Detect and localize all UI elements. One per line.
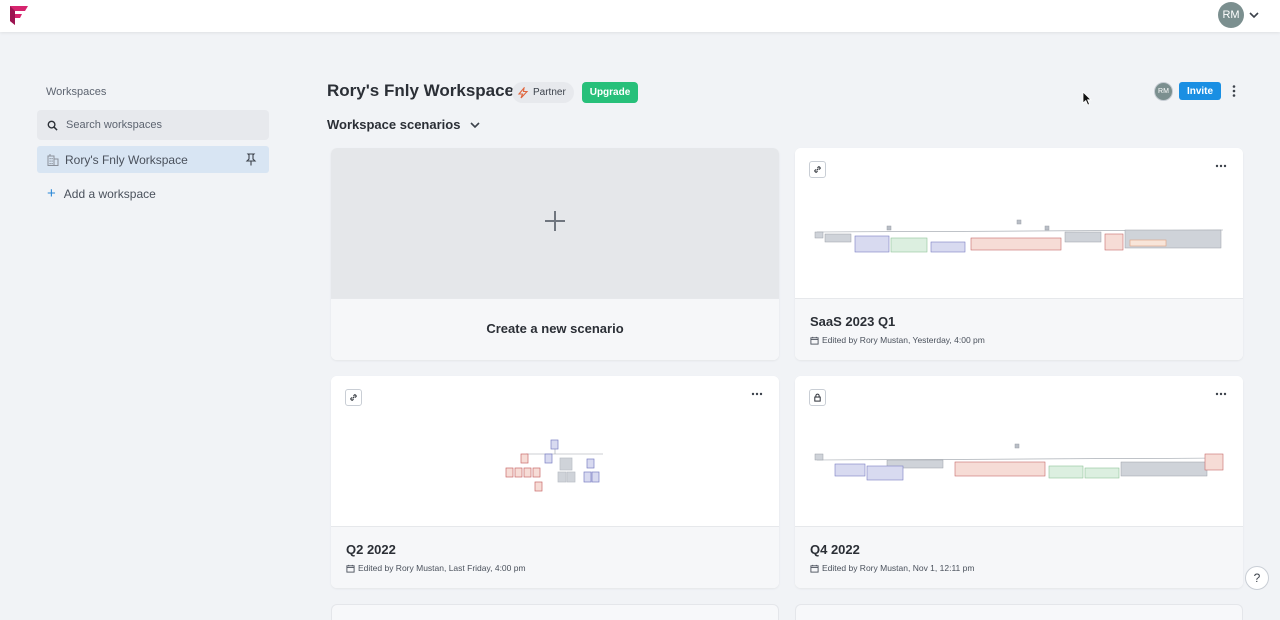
sidebar-title: Workspaces (46, 86, 107, 98)
sidebar-item-label: Rory's Fnly Workspace (65, 152, 188, 167)
private-lock-button[interactable] (809, 389, 826, 406)
plus-icon: + (47, 185, 56, 202)
scenario-card[interactable]: Q2 2022 Edited by Rory Mustan, Last Frid… (331, 376, 779, 588)
chevron-down-icon (470, 121, 481, 128)
scenario-card[interactable]: Q4 2022 Edited by Rory Mustan, Nov 1, 12… (795, 376, 1243, 588)
share-link-button[interactable] (345, 389, 362, 406)
scenario-footer: SaaS 2023 Q1 Edited by Rory Mustan, Yest… (795, 298, 1243, 360)
more-vertical-icon[interactable] (1229, 83, 1239, 99)
scenarios-title-label: Workspace scenarios (327, 117, 461, 132)
scenario-meta-text: Edited by Rory Mustan, Last Friday, 4:00… (358, 563, 526, 573)
link-icon (814, 166, 821, 173)
mouse-cursor-icon (1082, 91, 1092, 106)
scenario-name: SaaS 2023 Q1 (810, 314, 896, 329)
add-workspace-label: Add a workspace (63, 186, 156, 201)
page-title: Rory's Fnly Workspace (327, 81, 515, 100)
scenario-preview[interactable] (795, 148, 1243, 298)
calendar-icon (810, 336, 819, 345)
scenario-card-partial[interactable] (331, 604, 779, 620)
scenario-meta-text: Edited by Rory Mustan, Nov 1, 12:11 pm (822, 563, 975, 573)
scenario-name: Q4 2022 (810, 542, 860, 557)
user-avatar[interactable]: RM (1218, 2, 1244, 28)
add-workspace-button[interactable]: + Add a workspace (47, 186, 156, 201)
search-icon (47, 120, 58, 131)
lightning-icon (517, 86, 529, 98)
create-scenario-preview (331, 148, 779, 298)
scenario-preview[interactable] (795, 376, 1243, 526)
calendar-icon (346, 564, 355, 573)
partner-label: Partner (533, 87, 566, 98)
link-icon (350, 394, 357, 401)
create-scenario-label: Create a new scenario (486, 321, 624, 336)
lock-icon (814, 393, 821, 402)
upgrade-button[interactable]: Upgrade (582, 82, 638, 103)
invite-button[interactable]: Invite (1179, 82, 1221, 100)
fnly-logo[interactable] (9, 4, 29, 26)
more-horizontal-icon[interactable] (1215, 392, 1227, 396)
create-scenario-card[interactable]: Create a new scenario (331, 148, 779, 360)
more-horizontal-icon[interactable] (751, 392, 763, 396)
org-chart-thumbnail (505, 439, 603, 492)
search-input[interactable] (66, 119, 256, 131)
scenario-preview[interactable] (331, 376, 779, 526)
chevron-down-icon[interactable] (1248, 9, 1260, 21)
calendar-icon (810, 564, 819, 573)
sidebar-item-workspace[interactable]: Rory's Fnly Workspace (37, 146, 269, 173)
share-link-button[interactable] (809, 161, 826, 178)
more-horizontal-icon[interactable] (1215, 164, 1227, 168)
workspace-search[interactable] (37, 110, 269, 140)
plus-icon (545, 211, 565, 231)
create-scenario-footer: Create a new scenario (331, 298, 779, 360)
scenario-card-partial[interactable] (795, 604, 1243, 620)
scenario-footer: Q4 2022 Edited by Rory Mustan, Nov 1, 12… (795, 526, 1243, 588)
member-avatar[interactable]: RM (1154, 82, 1173, 101)
scenario-meta: Edited by Rory Mustan, Last Friday, 4:00… (346, 563, 526, 573)
scenario-meta: Edited by Rory Mustan, Yesterday, 4:00 p… (810, 335, 985, 345)
scenario-meta: Edited by Rory Mustan, Nov 1, 12:11 pm (810, 563, 974, 573)
partner-badge: Partner (512, 82, 574, 103)
pin-icon[interactable] (245, 153, 257, 166)
top-bar: RM (0, 0, 1280, 32)
scenario-meta-text: Edited by Rory Mustan, Yesterday, 4:00 p… (822, 335, 985, 345)
help-button[interactable]: ? (1245, 566, 1269, 590)
org-chart-thumbnail (814, 443, 1224, 481)
building-icon (47, 154, 59, 166)
org-chart-thumbnail (814, 219, 1224, 253)
scenario-name: Q2 2022 (346, 542, 396, 557)
scenarios-dropdown[interactable]: Workspace scenarios (327, 117, 481, 132)
scenario-card[interactable]: SaaS 2023 Q1 Edited by Rory Mustan, Yest… (795, 148, 1243, 360)
scenario-footer: Q2 2022 Edited by Rory Mustan, Last Frid… (331, 526, 779, 588)
